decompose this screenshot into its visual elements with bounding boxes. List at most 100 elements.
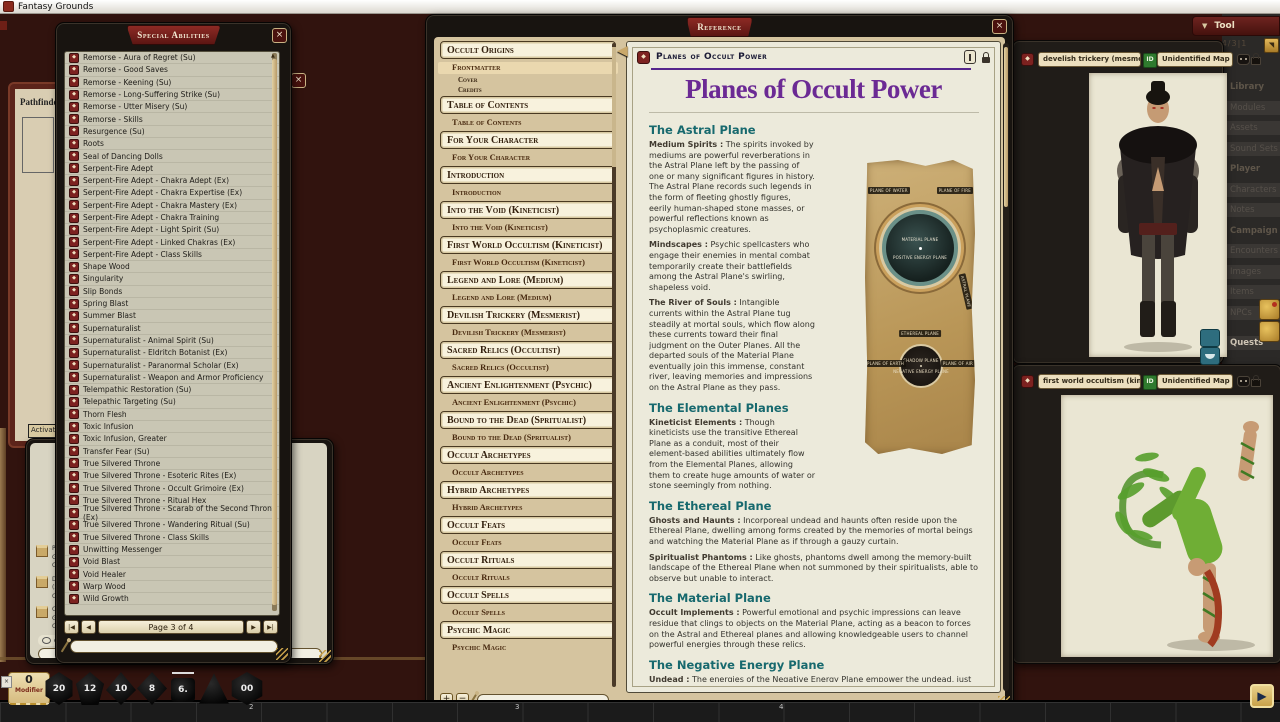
- abilities-scrollbar[interactable]: ▲: [272, 53, 277, 611]
- reference-window[interactable]: Reference × Occult Origins Frontmatter C…: [425, 14, 1014, 712]
- sidebar-item[interactable]: Modules: [1222, 101, 1280, 115]
- ability-list-item[interactable]: ◆ Shape Wood: [65, 261, 279, 273]
- module-cover-thumbnail[interactable]: [22, 117, 54, 173]
- hidden-window-close-button[interactable]: ×: [291, 73, 306, 88]
- ability-list-item[interactable]: ◆ True Silvered Throne - Esoteric Rites …: [65, 470, 279, 482]
- toc-item[interactable]: Occult Archetypes: [438, 467, 618, 479]
- ability-list-item[interactable]: ◆ Serpent-Fire Adept - Class Skills: [65, 249, 279, 261]
- alert-dock-icon[interactable]: [1259, 299, 1280, 320]
- toc-item[interactable]: First World Occultism (Kineticist): [438, 257, 618, 269]
- toc-item[interactable]: Psychic Magic: [438, 642, 618, 654]
- dice-tower-icon[interactable]: [1259, 321, 1280, 342]
- toc-item[interactable]: Occult Rituals: [438, 572, 618, 584]
- ability-list-item[interactable]: ◆ Serpent-Fire Adept - Chakra Expertise …: [65, 187, 279, 199]
- reference-close-button[interactable]: ×: [992, 19, 1007, 34]
- toc-item[interactable]: For Your Character: [438, 152, 618, 164]
- ability-list-item[interactable]: ◆ True Silvered Throne: [65, 458, 279, 470]
- special-abilities-window[interactable]: Special Abilities × ◆ Remorse - Aura of …: [55, 22, 292, 664]
- ability-list-item[interactable]: ◆ Serpent-Fire Adept - Linked Chakras (E…: [65, 236, 279, 248]
- toc-item[interactable]: Occult Spells: [440, 586, 616, 604]
- ability-list-item[interactable]: ◆ Singularity: [65, 273, 279, 285]
- abilities-search-input[interactable]: [70, 640, 278, 653]
- ability-list-item[interactable]: ◆ Serpent-Fire Adept - Light Spirit (Su): [65, 224, 279, 236]
- ability-list-item[interactable]: ◆ Remorse - Utter Misery (Su): [65, 101, 279, 113]
- window-lock-icon[interactable]: [1251, 379, 1261, 387]
- page-prev-button[interactable]: ◀: [81, 620, 96, 634]
- image-window-mesmerist[interactable]: ◆ develish trickery (mesmerist) ID Unide…: [1012, 40, 1224, 364]
- ability-list-item[interactable]: ◆ Toxic Infusion: [65, 421, 279, 433]
- sidebar-item[interactable]: Items: [1222, 285, 1280, 299]
- hotkey-bar[interactable]: 234: [0, 700, 1280, 722]
- toc-item[interactable]: Legend and Lore (Medium): [438, 292, 618, 304]
- ability-list-item[interactable]: ◆ Slip Bonds: [65, 286, 279, 298]
- toc-item[interactable]: Psychic Magic: [440, 621, 616, 639]
- toc-item[interactable]: Introduction: [440, 166, 616, 184]
- toc-item[interactable]: Occult Origins: [440, 41, 616, 59]
- page-next-button[interactable]: ▶: [246, 620, 261, 634]
- history-back-icon[interactable]: ◀: [617, 43, 628, 59]
- toc-item[interactable]: Bound to the Dead (Spritualist): [440, 411, 616, 429]
- image-window-kineticist[interactable]: ◆ first world occultism (kineticis ID Un…: [1012, 364, 1280, 664]
- ability-list-item[interactable]: ◆ Toxic Infusion, Greater: [65, 433, 279, 445]
- toc-item[interactable]: Occult Archetypes: [440, 446, 616, 464]
- toc-scroll-thumb[interactable]: [612, 47, 616, 167]
- window-mode-icon[interactable]: [964, 50, 976, 64]
- ability-list-item[interactable]: ◆ Serpent-Fire Adept - Chakra Mastery (E…: [65, 200, 279, 212]
- sidebar-item[interactable]: Assets: [1222, 121, 1280, 135]
- toc-item[interactable]: Sacred Relics (Occultist): [440, 341, 616, 359]
- sidebar-item[interactable]: Characters: [1222, 183, 1280, 197]
- ability-list-item[interactable]: ◆ Resurgence (Su): [65, 126, 279, 138]
- page-last-button[interactable]: ▶|: [263, 620, 278, 634]
- toc-item[interactable]: Hybrid Archetypes: [438, 502, 618, 514]
- identified-badge[interactable]: ID: [1143, 375, 1157, 390]
- toc-item[interactable]: Sacred Relics (Occultist): [438, 362, 618, 374]
- bowl-dock-icon[interactable]: [1200, 347, 1220, 365]
- special-abilities-close-button[interactable]: ×: [272, 28, 287, 43]
- abilities-resize-grip[interactable]: [276, 648, 288, 660]
- die[interactable]: 6.: [171, 678, 195, 702]
- toc-item[interactable]: Table of Contents: [438, 117, 618, 129]
- toc-item[interactable]: Bound to the Dead (Spritualist): [438, 432, 618, 444]
- toc-item[interactable]: Hybrid Archetypes: [440, 481, 616, 499]
- image-title-field[interactable]: first world occultism (kineticis: [1038, 374, 1141, 389]
- ability-list-item[interactable]: ◆ Warp Wood: [65, 581, 279, 593]
- toc-item[interactable]: Introduction: [438, 187, 618, 199]
- player-view-mask-icon[interactable]: [1237, 376, 1250, 387]
- image-link-icon[interactable]: ◆: [1021, 53, 1034, 66]
- ability-list-item[interactable]: ◆ Telepathic Targeting (Su): [65, 396, 279, 408]
- content-scrollbar[interactable]: [1003, 43, 1009, 691]
- toc-item[interactable]: Into the Void (Kineticist): [438, 222, 618, 234]
- ability-list-item[interactable]: ◆ Transfer Fear (Su): [65, 446, 279, 458]
- ability-list-item[interactable]: ◆ Telempathic Restoration (Su): [65, 384, 279, 396]
- ability-list-item[interactable]: ◆ Supernaturalist - Animal Spirit (Su): [65, 335, 279, 347]
- ability-list-item[interactable]: ◆ Remorse - Good Saves: [65, 64, 279, 76]
- abilities-scroll-thumb[interactable]: [272, 59, 277, 605]
- toc-item[interactable]: Legend and Lore (Medium): [440, 271, 616, 289]
- corner-close-icon[interactable]: ×: [1, 676, 12, 688]
- window-lock-icon[interactable]: [1251, 57, 1261, 65]
- ability-list-item[interactable]: ◆ True Silvered Throne - Class Skills: [65, 532, 279, 544]
- toc-item[interactable]: First World Occultism (Kineticist): [440, 236, 616, 254]
- toolbar-corner-icon[interactable]: ◥: [1264, 38, 1279, 53]
- toc-item[interactable]: Cover: [438, 76, 618, 85]
- ability-list-item[interactable]: ◆ Unwitting Messenger: [65, 544, 279, 556]
- ability-list-item[interactable]: ◆ Seal of Dancing Dolls: [65, 150, 279, 162]
- ability-list-item[interactable]: ◆ Thorn Flesh: [65, 409, 279, 421]
- sidebar-item[interactable]: Encounters: [1222, 244, 1280, 258]
- toc-item[interactable]: Devilish Trickery (Mesmerist): [440, 306, 616, 324]
- toc-item[interactable]: Occult Feats: [440, 516, 616, 534]
- toc-item[interactable]: Frontmatter: [438, 62, 618, 74]
- toc-item[interactable]: For Your Character: [440, 131, 616, 149]
- ability-list-item[interactable]: ◆ Void Blast: [65, 556, 279, 568]
- ability-list-item[interactable]: ◆ Supernaturalist - Paranormal Scholar (…: [65, 359, 279, 371]
- sidebar-item[interactable]: Images: [1222, 265, 1280, 279]
- ability-list-item[interactable]: ◆ True Silvered Throne - Wandering Ritua…: [65, 519, 279, 531]
- ability-list-item[interactable]: ◆ Supernaturalist - Eldritch Botanist (E…: [65, 347, 279, 359]
- special-abilities-banner[interactable]: Special Abilities: [126, 25, 220, 45]
- toc-item[interactable]: Occult Feats: [438, 537, 618, 549]
- sidebar-item[interactable]: Player: [1222, 162, 1280, 176]
- ability-list-item[interactable]: ◆ Remorse - Skills: [65, 113, 279, 125]
- image-link-icon[interactable]: ◆: [1021, 375, 1034, 388]
- toc-item[interactable]: Table of Contents: [440, 96, 616, 114]
- ability-list-item[interactable]: ◆ Roots: [65, 138, 279, 150]
